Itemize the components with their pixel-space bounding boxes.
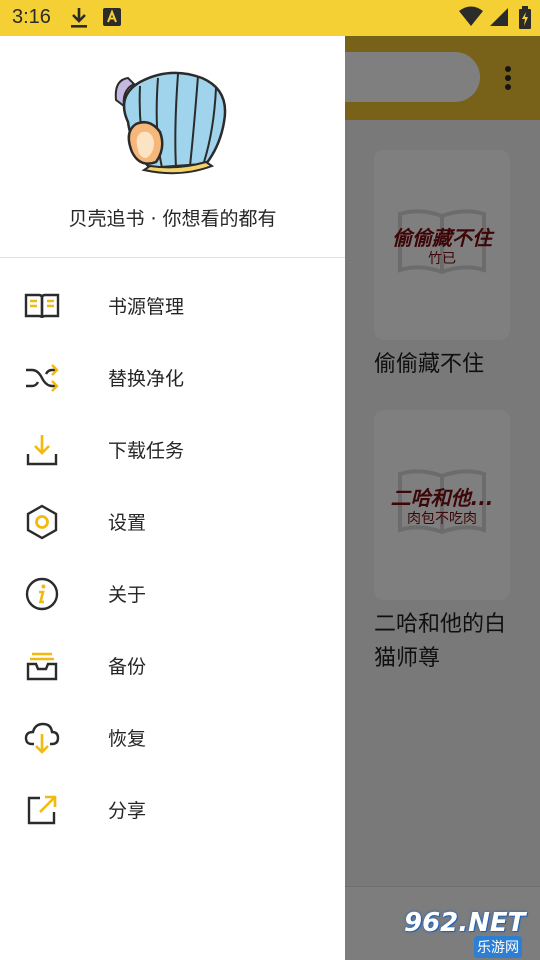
text-notification-icon bbox=[102, 6, 122, 32]
download-task-icon bbox=[26, 435, 58, 466]
menu-item-replace-purify[interactable]: 替换净化 bbox=[0, 342, 345, 414]
drawer-menu: 书源管理 替换净化 下载任务 设置 关于 备份 恢复 分享 bbox=[0, 270, 345, 846]
battery-charging-icon bbox=[518, 6, 532, 34]
menu-item-share[interactable]: 分享 bbox=[0, 774, 345, 846]
menu-label: 关于 bbox=[108, 584, 147, 606]
share-icon bbox=[27, 795, 57, 825]
shuffle-icon bbox=[26, 364, 59, 392]
watermark-text: 乐游网 bbox=[474, 936, 522, 958]
menu-item-book-source[interactable]: 书源管理 bbox=[0, 270, 345, 342]
menu-item-restore[interactable]: 恢复 bbox=[0, 702, 345, 774]
drawer-header: 贝壳追书 · 你想看的都有 bbox=[0, 36, 345, 258]
menu-item-download-tasks[interactable]: 下载任务 bbox=[0, 414, 345, 486]
menu-label: 分享 bbox=[108, 800, 147, 822]
site-watermark: 962.NET 乐游网 bbox=[400, 908, 536, 958]
download-icon bbox=[68, 6, 90, 34]
status-bar: 3:16 bbox=[0, 0, 540, 36]
menu-label: 下载任务 bbox=[108, 440, 185, 462]
signal-icon bbox=[488, 6, 510, 32]
status-time: 3:16 bbox=[12, 6, 51, 28]
menu-label: 备份 bbox=[108, 656, 147, 678]
shell-logo-icon bbox=[114, 71, 227, 175]
backup-tray-icon bbox=[26, 652, 58, 681]
menu-item-backup[interactable]: 备份 bbox=[0, 630, 345, 702]
menu-item-about[interactable]: 关于 bbox=[0, 558, 345, 630]
navigation-drawer: 贝壳追书 · 你想看的都有 书源管理 替换净化 下载任务 设置 关于 备份 恢复… bbox=[0, 36, 345, 960]
drawer-tagline: 贝壳追书 · 你想看的都有 bbox=[68, 208, 277, 230]
info-icon bbox=[25, 577, 59, 611]
menu-item-settings[interactable]: 设置 bbox=[0, 486, 345, 558]
watermark-number: 962.NET bbox=[404, 908, 526, 938]
settings-hexagon-icon bbox=[26, 504, 58, 540]
cloud-download-icon bbox=[24, 722, 60, 754]
wifi-icon bbox=[458, 6, 484, 32]
menu-label: 替换净化 bbox=[108, 368, 185, 390]
book-source-icon bbox=[24, 293, 60, 319]
menu-label: 书源管理 bbox=[108, 296, 185, 318]
menu-label: 恢复 bbox=[108, 728, 147, 750]
menu-label: 设置 bbox=[108, 512, 147, 534]
